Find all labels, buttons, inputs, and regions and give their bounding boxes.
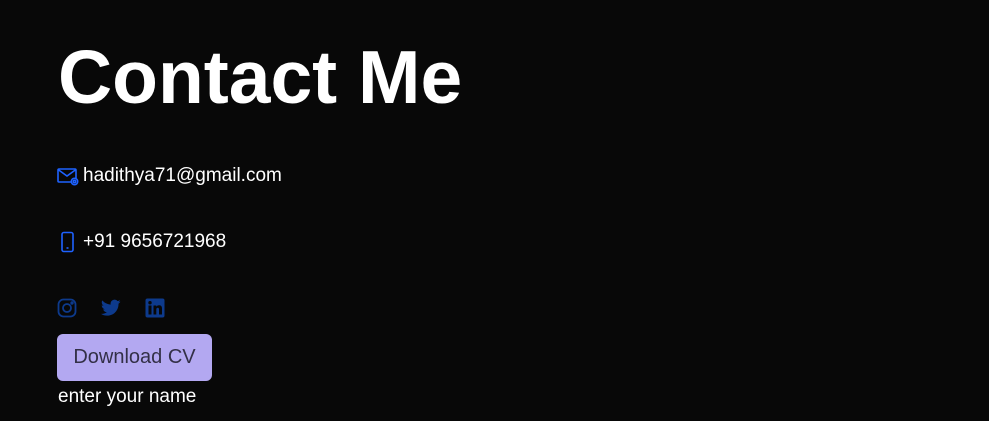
- page-title: Contact Me: [58, 35, 463, 119]
- social-links: [57, 298, 165, 320]
- mail-icon: [57, 165, 79, 187]
- phone-icon: [57, 231, 79, 253]
- twitter-icon[interactable]: [101, 298, 121, 318]
- email-text[interactable]: hadithya71@gmail.com: [83, 165, 282, 187]
- email-row: hadithya71@gmail.com: [57, 164, 282, 188]
- linkedin-icon[interactable]: [145, 298, 165, 318]
- name-field-label: enter your name: [58, 386, 197, 407]
- download-cv-button[interactable]: Download CV: [57, 334, 212, 381]
- phone-text[interactable]: +91 9656721968: [83, 231, 226, 253]
- contact-page: Contact Me hadithya71@gmail.com +91 9656…: [0, 0, 989, 421]
- phone-row: +91 9656721968: [57, 230, 226, 254]
- instagram-icon[interactable]: [57, 298, 77, 318]
